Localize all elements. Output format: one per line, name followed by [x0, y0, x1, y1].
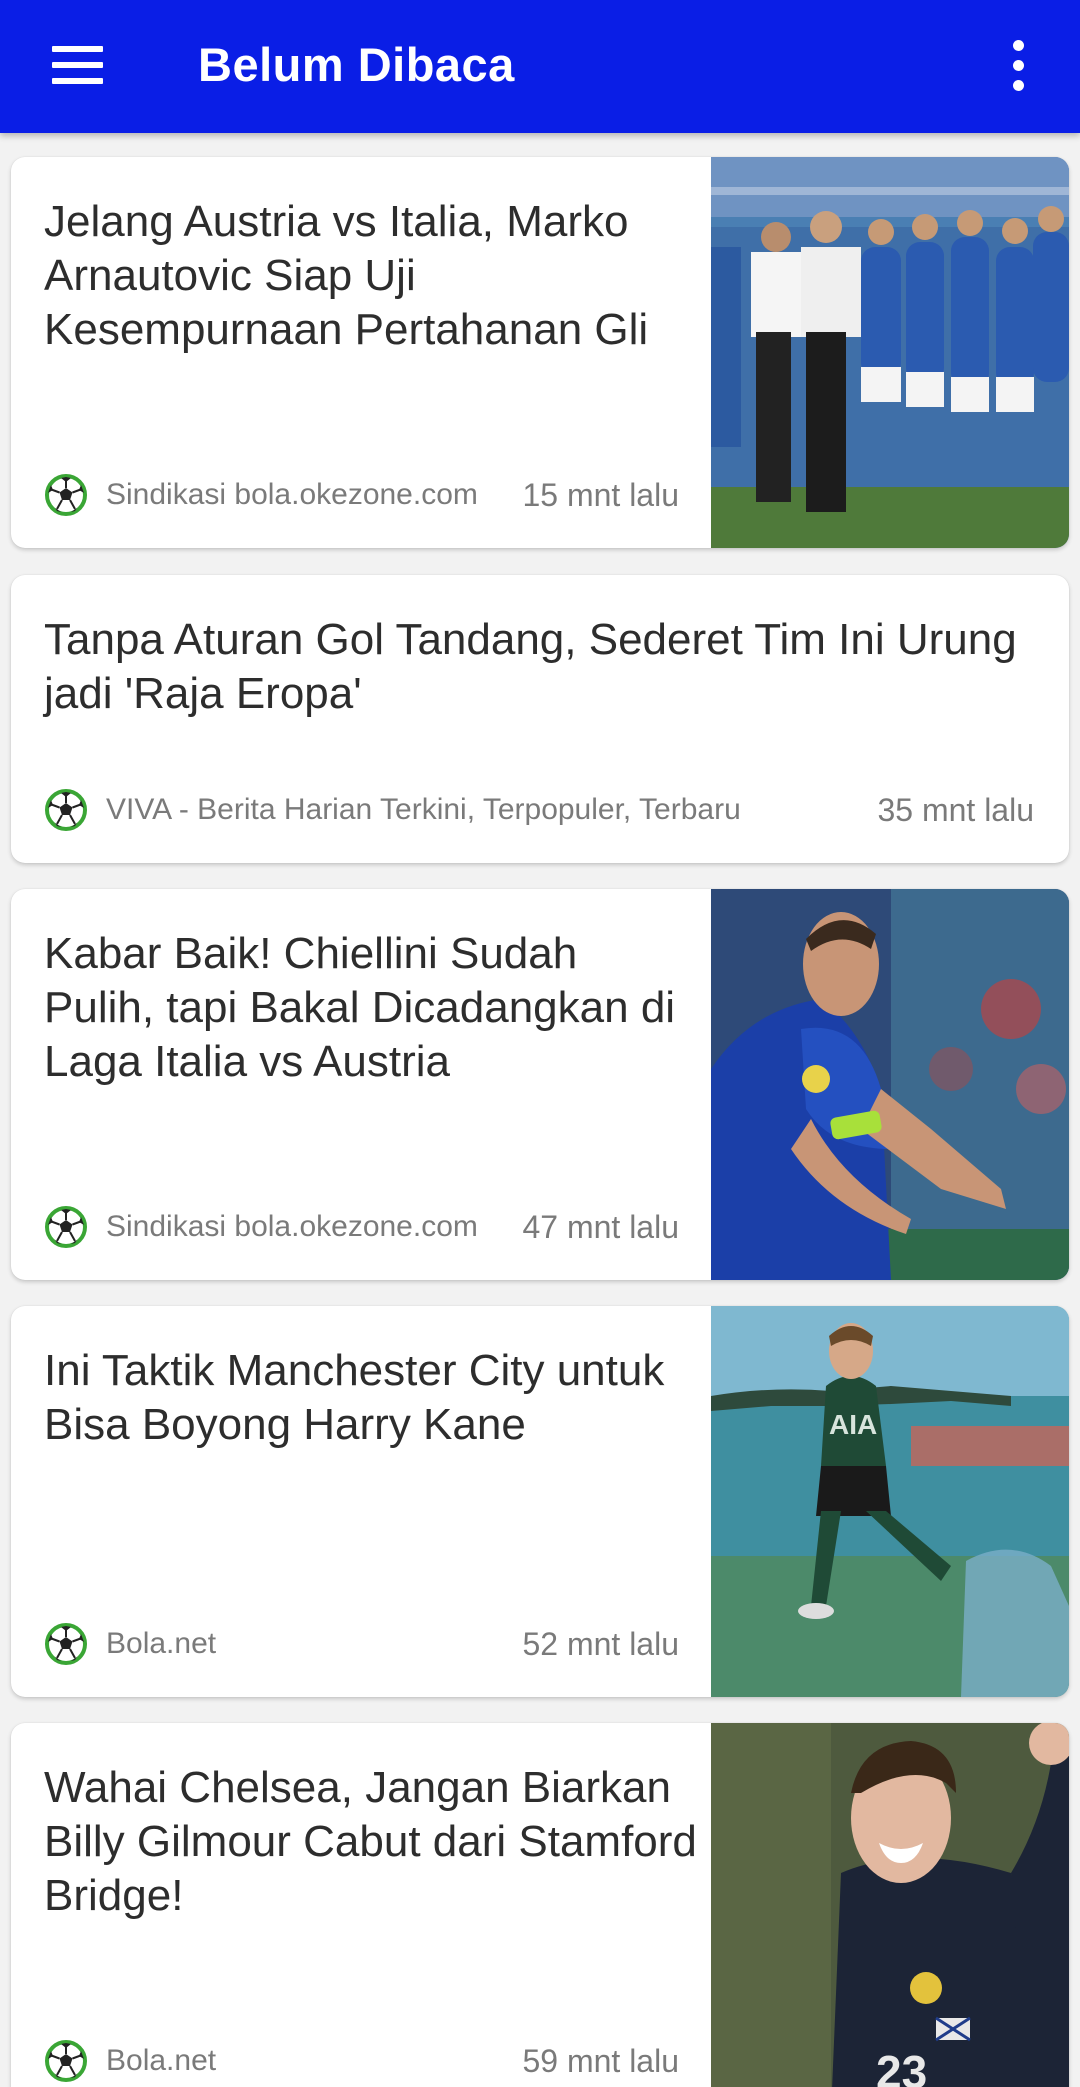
app-bar: Belum Dibaca: [0, 0, 1080, 133]
article-thumbnail[interactable]: 23: [711, 1723, 1069, 2087]
more-vert-icon[interactable]: [990, 22, 1046, 108]
article-source: Bola.net: [106, 1627, 217, 1660]
article-source: Sindikasi bola.okezone.com: [106, 1210, 478, 1243]
page-title: Belum Dibaca: [198, 38, 515, 91]
soccer-ball-icon: [45, 474, 87, 516]
svg-text:23: 23: [876, 2046, 927, 2087]
soccer-ball-icon: [45, 1206, 87, 1248]
soccer-ball-icon: [45, 789, 87, 831]
article-thumbnail[interactable]: AIA: [711, 1306, 1069, 1697]
article-time: 59 mnt lalu: [522, 2043, 679, 2079]
article-thumbnail[interactable]: [711, 889, 1069, 1280]
article-card[interactable]: Jelang Austria vs Italia, Marko Arnautov…: [11, 157, 1069, 548]
hamburger-menu-icon[interactable]: [34, 22, 120, 108]
article-meta: VIVA - Berita Harian Terkini, Terpopuler…: [44, 787, 1069, 833]
article-title: Ini Taktik Manchester City untuk Bisa Bo…: [44, 1346, 665, 1449]
soccer-ball-icon: [45, 1623, 87, 1665]
article-card[interactable]: Tanpa Aturan Gol Tandang, Sederet Tim In…: [11, 575, 1069, 863]
article-title: Jelang Austria vs Italia, Marko Arnautov…: [44, 197, 649, 354]
article-time: 15 mnt lalu: [522, 477, 679, 513]
article-time: 47 mnt lalu: [522, 1209, 679, 1245]
article-card[interactable]: Wahai Chelsea, Jangan Biarkan Billy Gilm…: [11, 1723, 1069, 2087]
article-source: VIVA - Berita Harian Terkini, Terpopuler…: [106, 793, 741, 826]
article-source: Sindikasi bola.okezone.com: [106, 478, 478, 511]
soccer-ball-icon: [45, 2040, 87, 2082]
article-title: Wahai Chelsea, Jangan Biarkan Billy Gilm…: [44, 1763, 697, 1920]
article-title: Tanpa Aturan Gol Tandang, Sederet Tim In…: [44, 615, 1017, 718]
article-card[interactable]: Ini Taktik Manchester City untuk Bisa Bo…: [11, 1306, 1069, 1697]
article-time: 52 mnt lalu: [522, 1626, 679, 1662]
article-title: Kabar Baik! Chiellini Sudah Pulih, tapi …: [44, 929, 676, 1086]
article-time: 35 mnt lalu: [877, 792, 1034, 828]
article-source: Bola.net: [106, 2044, 217, 2077]
article-thumbnail[interactable]: [711, 157, 1069, 548]
svg-text:AIA: AIA: [829, 1409, 877, 1440]
article-card[interactable]: Kabar Baik! Chiellini Sudah Pulih, tapi …: [11, 889, 1069, 1280]
